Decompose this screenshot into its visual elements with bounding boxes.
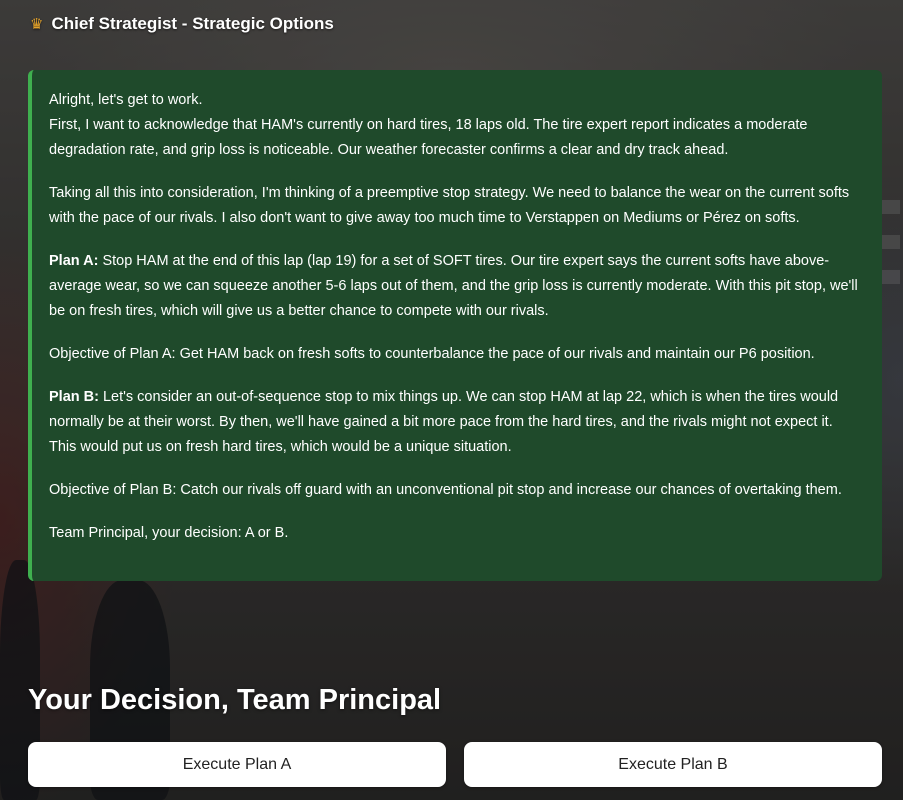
plan-b-paragraph: Plan B: Let's consider an out-of-sequenc…	[49, 385, 862, 460]
execute-plan-b-button[interactable]: Execute Plan B	[464, 742, 882, 787]
plan-b-label: Plan B:	[49, 389, 99, 405]
intro-line-1: Alright, let's get to work.	[49, 92, 203, 108]
strategy-message-panel: Alright, let's get to work. First, I wan…	[28, 70, 882, 581]
consideration-paragraph: Taking all this into consideration, I'm …	[49, 185, 850, 226]
page-title: Chief Strategist - Strategic Options	[51, 14, 334, 33]
intro-paragraph: Alright, let's get to work. First, I wan…	[49, 88, 862, 163]
page-header: ♛ Chief Strategist - Strategic Options	[30, 14, 334, 34]
intro-line-2: First, I want to acknowledge that HAM's …	[49, 117, 808, 158]
closing-paragraph: Team Principal, your decision: A or B.	[49, 525, 289, 541]
decision-heading: Your Decision, Team Principal	[28, 684, 442, 716]
plan-a-label: Plan A:	[49, 253, 99, 269]
execute-plan-a-button[interactable]: Execute Plan A	[28, 742, 446, 787]
plan-b-text: Let's consider an out-of-sequence stop t…	[49, 389, 839, 455]
crown-icon: ♛	[30, 15, 44, 33]
plan-a-text: Stop HAM at the end of this lap (lap 19)…	[49, 253, 858, 319]
plan-a-paragraph: Plan A: Stop HAM at the end of this lap …	[49, 249, 862, 324]
objective-a-paragraph: Objective of Plan A: Get HAM back on fre…	[49, 346, 815, 362]
objective-b-paragraph: Objective of Plan B: Catch our rivals of…	[49, 482, 842, 498]
